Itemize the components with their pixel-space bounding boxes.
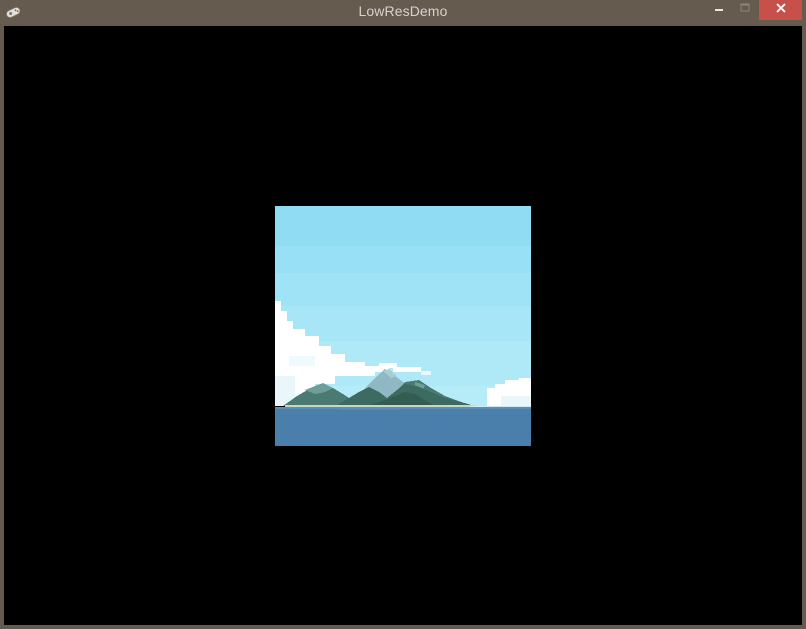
- game-viewport[interactable]: [275, 206, 531, 446]
- game-canvas[interactable]: [4, 26, 802, 625]
- close-icon: [775, 1, 787, 19]
- sky-band: [275, 246, 531, 273]
- window-title: LowResDemo: [358, 3, 448, 19]
- app-window: LowResDemo: [0, 0, 806, 629]
- minimize-button[interactable]: [706, 0, 732, 20]
- minimize-icon: [713, 1, 725, 19]
- sky-band: [275, 273, 531, 306]
- sky-band: [275, 206, 531, 246]
- shoreline: [285, 405, 475, 407]
- maximize-icon: [739, 1, 751, 19]
- sky-band: [275, 306, 531, 341]
- island-scene: [275, 206, 531, 446]
- maximize-button[interactable]: [732, 0, 758, 20]
- close-button[interactable]: [759, 0, 802, 20]
- title-bar[interactable]: LowResDemo: [0, 0, 806, 24]
- sea: [275, 407, 531, 446]
